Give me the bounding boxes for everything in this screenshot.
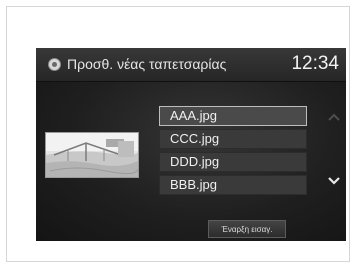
start-import-button[interactable]: Έναρξη εισαγ.	[208, 220, 286, 238]
display-screen: Προσθ. νέας ταπετσαρίας 12:34 AAA.jpg CC…	[36, 48, 346, 241]
chevron-up-icon[interactable]	[328, 113, 340, 121]
chevron-down-icon[interactable]	[328, 176, 340, 185]
image-thumbnail-icon	[46, 133, 138, 177]
wallpaper-icon	[48, 58, 61, 71]
file-list-item[interactable]: DDD.jpg	[159, 152, 307, 172]
image-preview-thumbnail	[45, 132, 139, 178]
file-list-item[interactable]: AAA.jpg	[159, 106, 307, 126]
file-list-item[interactable]: CCC.jpg	[159, 129, 307, 149]
manual-figure-frame: Προσθ. νέας ταπετσαρίας 12:34 AAA.jpg CC…	[6, 6, 350, 262]
file-list: AAA.jpg CCC.jpg DDD.jpg BBB.jpg	[159, 106, 307, 198]
header-bar: Προσθ. νέας ταπετσαρίας 12:34	[36, 48, 346, 82]
page-title: Προσθ. νέας ταπετσαρίας	[67, 56, 227, 72]
clock-display: 12:34	[291, 53, 339, 74]
file-list-item[interactable]: BBB.jpg	[159, 175, 307, 195]
